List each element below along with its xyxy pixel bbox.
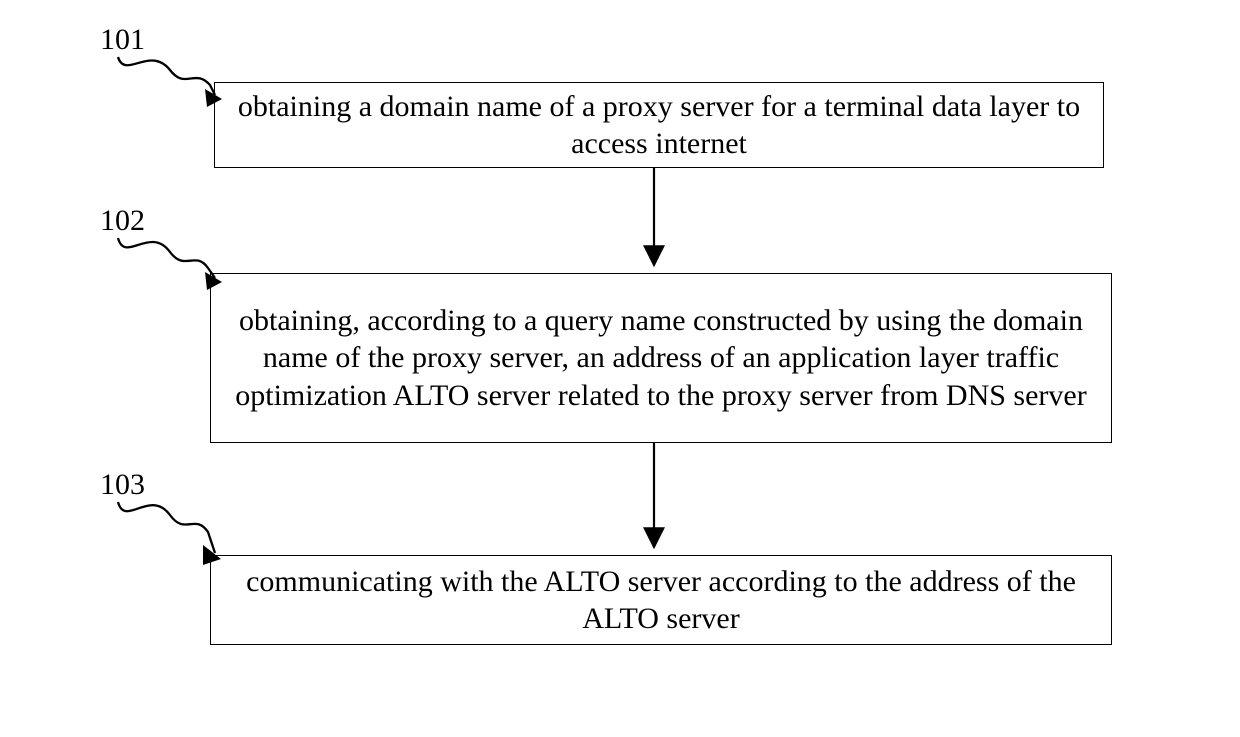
flowchart-canvas: 101 102 103 obtaining a domain name of a… xyxy=(0,0,1240,737)
flowchart-arrows xyxy=(0,0,1240,737)
squiggle-pointer-102 xyxy=(118,238,215,278)
squiggle-pointer-101 xyxy=(118,57,215,95)
squiggle-arrowhead-103 xyxy=(203,545,221,565)
squiggle-pointer-103 xyxy=(118,502,215,553)
